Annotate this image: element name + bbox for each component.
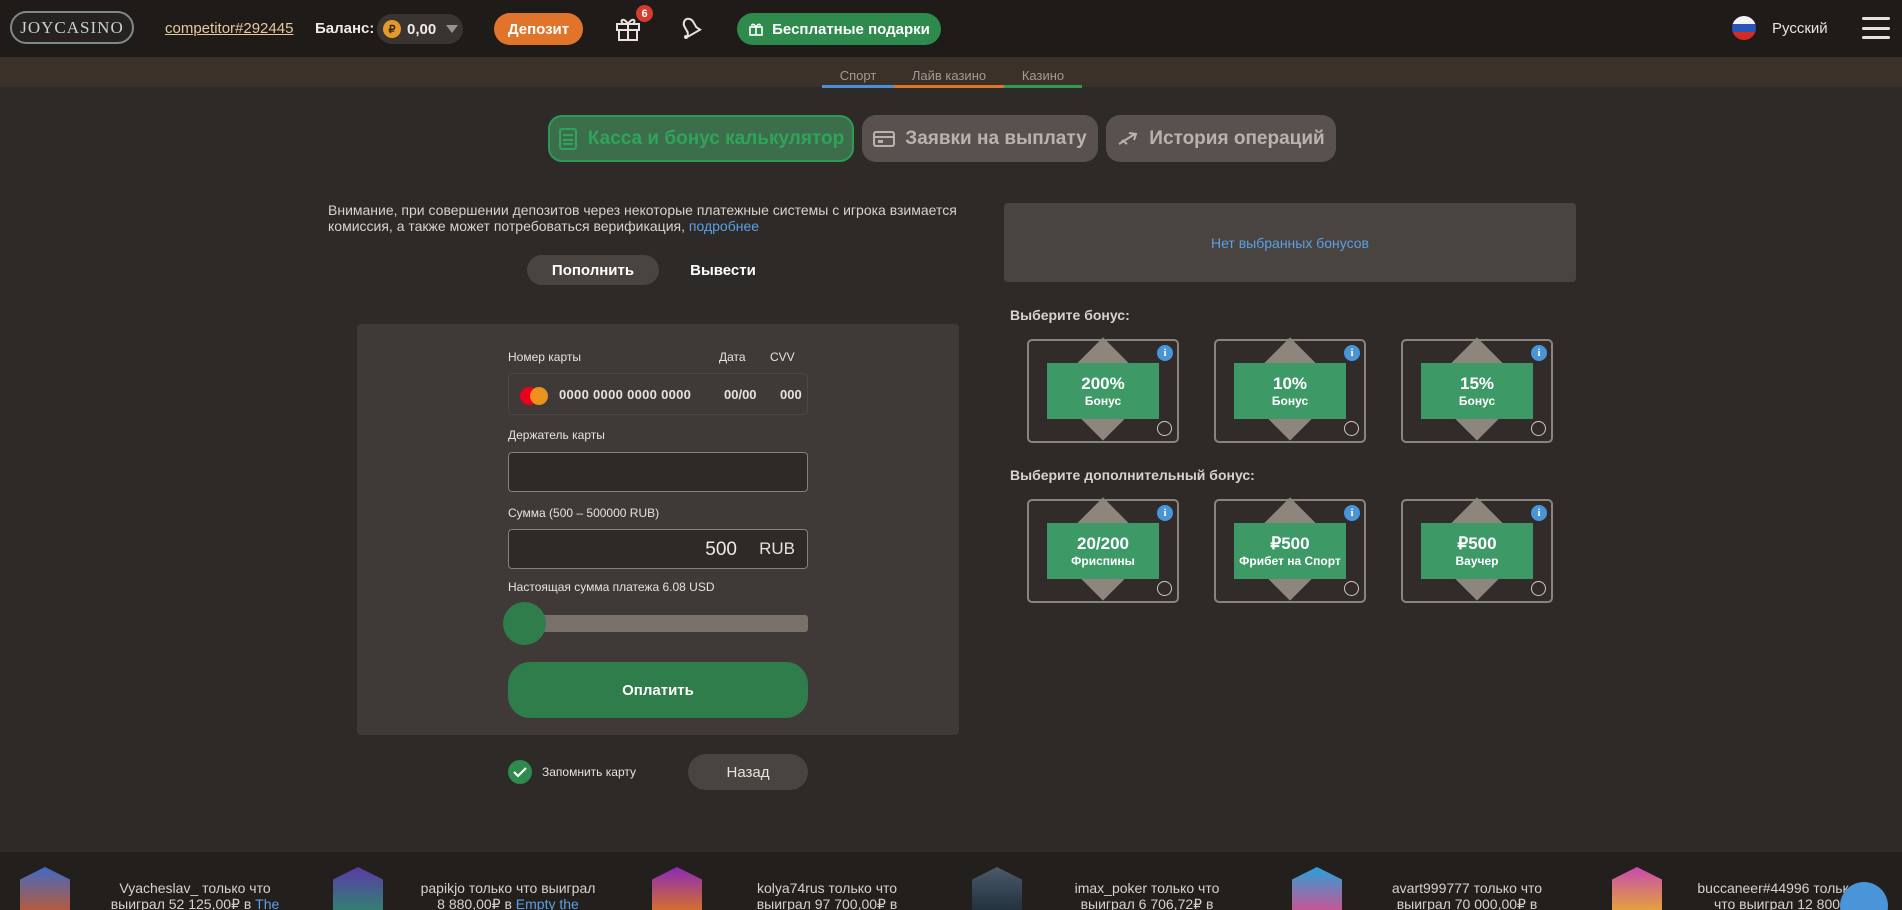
- amount-slider-handle[interactable]: [503, 602, 546, 645]
- info-icon[interactable]: i: [1157, 345, 1173, 361]
- card-number-input[interactable]: 0000 0000 0000 0000: [559, 387, 691, 402]
- bonus-amount: ₽500: [1270, 534, 1310, 553]
- bonus-type: Фриспины: [1071, 554, 1135, 568]
- more-info-link[interactable]: подробнее: [689, 218, 759, 234]
- bonus-radio[interactable]: [1344, 421, 1359, 436]
- chevron-down-icon: [446, 25, 459, 33]
- mastercard-icon: [520, 387, 548, 405]
- choose-extra-bonus-title: Выберите дополнительный бонус:: [1010, 467, 1255, 483]
- no-selected-bonuses: Нет выбранных бонусов: [1004, 203, 1576, 282]
- amount-label: Сумма (500 – 500000 RUB): [508, 506, 660, 520]
- free-gifts-label: Бесплатные подарки: [772, 20, 930, 38]
- amount-currency: RUB: [759, 539, 795, 558]
- bonus-type: Ваучер: [1455, 554, 1499, 568]
- game-thumbnail: [333, 867, 383, 910]
- bonus-amount: 10%: [1272, 374, 1308, 393]
- info-icon[interactable]: i: [1157, 505, 1173, 521]
- tab-withdraw-requests[interactable]: Заявки на выплату: [862, 115, 1098, 162]
- username-link[interactable]: competitor#292445: [165, 20, 293, 37]
- extra-bonus-voucher[interactable]: ₽500 Ваучер i: [1401, 497, 1553, 603]
- present-icon: [749, 23, 763, 36]
- subnav-tab-live-casino[interactable]: Лайв казино: [894, 68, 1004, 88]
- game-thumbnail: [652, 867, 702, 910]
- bonus-card-15[interactable]: 15% Бонус i: [1401, 337, 1553, 443]
- tab-history-label: История операций: [1149, 127, 1325, 149]
- info-icon[interactable]: i: [1531, 345, 1547, 361]
- game-thumbnail: [972, 867, 1022, 910]
- bonus-type: Бонус: [1271, 394, 1309, 408]
- card-holder-label: Держатель карты: [508, 428, 605, 442]
- subnav-tab-casino[interactable]: Казино: [1004, 68, 1082, 88]
- bonus-radio[interactable]: [1344, 581, 1359, 596]
- language-selector[interactable]: Русский: [1772, 20, 1828, 37]
- tab-withdraw-label: Заявки на выплату: [905, 127, 1087, 149]
- joycasino-logo[interactable]: JOYCASINO: [10, 11, 134, 44]
- top-header: JOYCASINO competitor#292445 Баланс: ₽ 0,…: [0, 0, 1902, 57]
- bonus-card-10[interactable]: 10% Бонус i: [1214, 337, 1366, 443]
- bonus-amount: 200%: [1081, 374, 1125, 393]
- card-number-label: Номер карты: [508, 350, 581, 364]
- menu-icon[interactable]: [1862, 17, 1890, 39]
- free-gifts-button[interactable]: Бесплатные подарки: [737, 13, 941, 45]
- commission-notice: Внимание, при совершении депозитов через…: [328, 202, 957, 234]
- cvv-label: CVV: [770, 350, 795, 364]
- ruble-coin-icon: ₽: [383, 20, 401, 38]
- card-date-input[interactable]: 00/00: [724, 387, 757, 402]
- amount-input[interactable]: 500 RUB: [508, 529, 808, 569]
- bonus-radio[interactable]: [1157, 581, 1172, 596]
- bonus-type: Бонус: [1084, 394, 1122, 408]
- transfer-icon: [1118, 131, 1138, 145]
- balance-value: 0,00: [407, 20, 437, 38]
- checkmark-icon: [513, 767, 527, 778]
- tab-operations-history[interactable]: История операций: [1106, 115, 1336, 162]
- card-input-row: 0000 0000 0000 0000 00/00 000: [508, 373, 808, 415]
- extra-bonus-freebet[interactable]: ₽500 Фрибет на Спорт i: [1214, 497, 1366, 603]
- bonus-radio[interactable]: [1157, 421, 1172, 436]
- tab-cashier-label: Касса и бонус калькулятор: [587, 127, 845, 149]
- bonus-type: Фрибет на Спорт: [1239, 554, 1341, 568]
- game-thumbnail: [1612, 867, 1662, 910]
- bonus-radio[interactable]: [1531, 421, 1546, 436]
- card-cvv-input[interactable]: 000: [780, 387, 802, 402]
- bonus-amount: ₽500: [1457, 534, 1497, 553]
- bonus-radio[interactable]: [1531, 581, 1546, 596]
- balance-dropdown[interactable]: ₽ 0,00: [377, 14, 463, 44]
- card-holder-input[interactable]: [508, 452, 808, 492]
- pay-button[interactable]: Оплатить: [508, 662, 808, 718]
- remember-card-checkbox[interactable]: [508, 760, 532, 784]
- gift-count-badge: 6: [636, 5, 653, 22]
- bonus-type: Бонус: [1458, 394, 1496, 408]
- withdraw-mode-button[interactable]: Вывести: [663, 255, 783, 285]
- game-thumbnail: [1292, 867, 1342, 910]
- tab-cashier[interactable]: Касса и бонус калькулятор: [548, 115, 854, 162]
- bell-icon[interactable]: [677, 14, 705, 42]
- bonus-card-200[interactable]: 200% Бонус i: [1027, 337, 1179, 443]
- real-amount-label: Настоящая сумма платежа 6.08 USD: [508, 580, 715, 594]
- wallet-icon: [873, 130, 896, 147]
- winners-ticker: Vyacheslav_ только что выиграл 52 125,00…: [0, 852, 1902, 910]
- extra-bonus-freespins[interactable]: 20/200 Фриспины i: [1027, 497, 1179, 603]
- amount-slider-track[interactable]: [520, 615, 808, 632]
- date-label: Дата: [719, 350, 746, 364]
- subnav-tab-sport[interactable]: Спорт: [822, 68, 894, 88]
- bonus-amount: 15%: [1459, 374, 1495, 393]
- calculator-icon: [558, 127, 577, 150]
- bonus-amount: 20/200: [1077, 534, 1129, 553]
- remember-card-label: Запомнить карту: [542, 765, 636, 779]
- info-icon[interactable]: i: [1531, 505, 1547, 521]
- deposit-button[interactable]: Депозит: [494, 13, 583, 45]
- balance-label: Баланс:: [315, 20, 375, 37]
- russia-flag-icon[interactable]: [1732, 16, 1756, 40]
- deposit-mode-button[interactable]: Пополнить: [527, 255, 659, 285]
- info-icon[interactable]: i: [1344, 345, 1360, 361]
- back-button[interactable]: Назад: [688, 754, 808, 790]
- game-thumbnail: [20, 867, 70, 910]
- amount-value: 500: [705, 539, 737, 560]
- info-icon[interactable]: i: [1344, 505, 1360, 521]
- choose-bonus-title: Выберите бонус:: [1010, 307, 1130, 323]
